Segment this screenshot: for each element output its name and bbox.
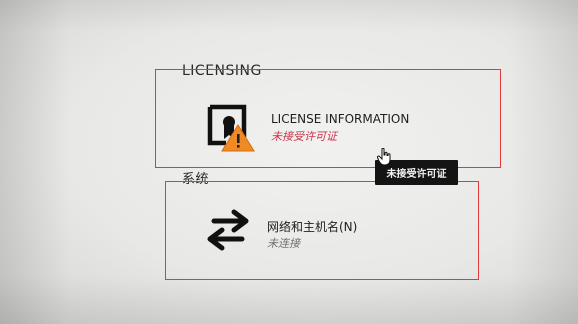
license-warning-icon xyxy=(204,103,256,153)
network-hostname-label: 网络和主机名(N) xyxy=(267,220,358,234)
network-arrows-icon xyxy=(204,207,252,253)
license-status-text: 未接受许可证 xyxy=(271,130,337,143)
network-hostname-tile[interactable]: 网络和主机名(N) 未连接 xyxy=(165,181,479,280)
network-status-text: 未连接 xyxy=(267,237,300,250)
license-information-label: LICENSE INFORMATION xyxy=(271,112,410,126)
license-information-tile[interactable]: LICENSE INFORMATION 未接受许可证 xyxy=(155,69,501,168)
mouse-pointer-icon xyxy=(376,147,393,166)
